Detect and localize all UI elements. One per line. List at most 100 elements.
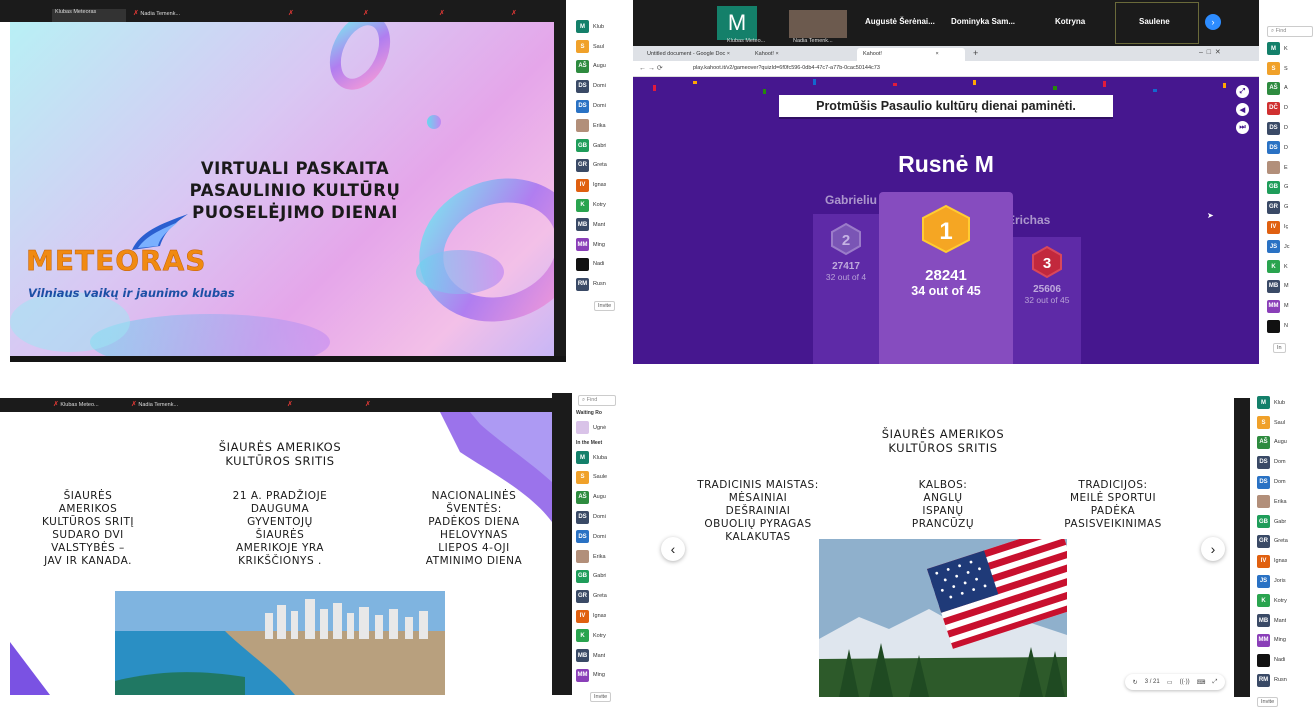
participant-row[interactable]: S Saul: [572, 37, 620, 57]
captions-icon[interactable]: ▭: [1167, 679, 1173, 686]
participant-row[interactable]: DS Domi: [572, 96, 620, 116]
participant-row[interactable]: DS Domi: [572, 507, 620, 527]
replay-icon[interactable]: ↻: [1133, 679, 1138, 686]
browser-tab[interactable]: Kahoot! ×: [749, 48, 785, 61]
participant-row[interactable]: DS D: [1263, 138, 1316, 158]
participant-name: Saul: [1274, 419, 1286, 426]
video-tile[interactable]: ✗: [436, 9, 445, 22]
slide-frame: [554, 22, 566, 356]
participant-row[interactable]: Nadi: [1253, 650, 1316, 670]
fullscreen-icon[interactable]: ⤢: [1236, 85, 1249, 98]
participant-row[interactable]: MM Ming: [572, 666, 620, 686]
participant-row[interactable]: IV Iç: [1263, 217, 1316, 237]
participant-row[interactable]: SS: [1263, 59, 1316, 79]
participant-row[interactable]: E: [1263, 158, 1316, 178]
participant-row[interactable]: MB Mant: [1253, 611, 1316, 631]
participant-row[interactable]: DS Domi: [572, 527, 620, 547]
previous-slide-button[interactable]: ‹: [661, 537, 685, 561]
participant-row[interactable]: Ugnė: [572, 418, 620, 438]
video-tile-name[interactable]: Augustė Šerėnai...: [865, 17, 935, 26]
participant-row[interactable]: MM Ming: [572, 235, 620, 255]
participant-row[interactable]: GB Gabri: [572, 136, 620, 156]
participant-row[interactable]: AŠ Augu: [572, 487, 620, 507]
participant-row[interactable]: K Kotry: [1253, 591, 1316, 611]
invite-button[interactable]: Invite: [594, 301, 616, 312]
video-tile[interactable]: ✗: [508, 9, 517, 22]
next-slide-button[interactable]: ›: [1201, 537, 1225, 561]
participant-row[interactable]: AŠ Augu: [1253, 433, 1316, 453]
participant-row[interactable]: Erika: [572, 116, 620, 136]
participant-row[interactable]: M Klub: [1253, 393, 1316, 413]
participant-row[interactable]: IV Ignas: [1253, 551, 1316, 571]
participant-row[interactable]: GB Gabri: [572, 567, 620, 587]
participant-row[interactable]: Nadi: [572, 255, 620, 275]
next-page-icon[interactable]: ›: [1205, 14, 1221, 30]
fullscreen-icon[interactable]: ⤢: [1213, 679, 1218, 686]
video-tile-name[interactable]: Saulene: [1139, 17, 1170, 26]
participant-row[interactable]: GB Gabr: [1253, 512, 1316, 532]
column-line: ISPANŲ: [922, 505, 964, 517]
participant-row[interactable]: S Saule: [572, 468, 620, 488]
video-tile-name[interactable]: Dominyka Sam...: [951, 17, 1015, 26]
participant-row[interactable]: KK: [1263, 257, 1316, 277]
back-icon[interactable]: ◀: [1236, 103, 1249, 116]
participant-row[interactable]: DČ D: [1263, 98, 1316, 118]
participant-row[interactable]: K Kotry: [572, 195, 620, 215]
participant-tile-avatar[interactable]: M: [717, 6, 757, 40]
participant-row[interactable]: GR Greta: [572, 586, 620, 606]
participant-row[interactable]: RM Rusn: [572, 274, 620, 294]
avatar: DS: [1267, 141, 1280, 155]
participant-row[interactable]: N: [1263, 316, 1316, 336]
participant-row[interactable]: MM M: [1263, 296, 1316, 316]
participant-row[interactable]: JS Jc: [1263, 237, 1316, 257]
invite-button[interactable]: Invite: [590, 692, 612, 703]
participant-row[interactable]: MB M: [1263, 277, 1316, 297]
participant-row[interactable]: GB G: [1263, 178, 1316, 198]
browser-nav-icons[interactable]: ← → ⟳: [639, 64, 663, 72]
participant-row[interactable]: M Klub: [572, 17, 620, 37]
participant-row[interactable]: IV Ignas: [572, 606, 620, 626]
invite-button[interactable]: Invite: [1257, 696, 1279, 707]
participant-row[interactable]: GR Greta: [572, 156, 620, 176]
broadcast-icon[interactable]: ((·)): [1180, 679, 1190, 685]
invite-button[interactable]: In: [1273, 342, 1286, 353]
participant-row[interactable]: S Saul: [1253, 413, 1316, 433]
participant-row[interactable]: IV Ignas: [572, 175, 620, 195]
participant-row[interactable]: MB Mant: [572, 215, 620, 235]
video-tile[interactable]: ✗ Nadia Temenk...: [130, 9, 186, 22]
participant-row[interactable]: DS Dom: [1253, 452, 1316, 472]
video-tile[interactable]: ✗: [285, 9, 294, 22]
participant-row[interactable]: AŠ Augu: [572, 57, 620, 77]
participant-row[interactable]: MM Ming: [1253, 631, 1316, 651]
video-tile-name: Nadia Temenk...: [138, 402, 179, 408]
video-tile-name[interactable]: Kotryna: [1055, 17, 1085, 26]
browser-address-bar[interactable]: ← → ⟳ play.kahoot.it/v2/gameover?quizId=…: [633, 61, 1259, 77]
browser-tab-active[interactable]: Kahoot! ×: [857, 48, 965, 61]
new-tab-icon[interactable]: +: [973, 48, 978, 58]
participant-row[interactable]: DS Dom: [1253, 472, 1316, 492]
participant-row[interactable]: Erika: [572, 547, 620, 567]
participants-list: M K S S AŠ A DČ D DS D DS D E GB G GR G IV Iç JS Jc K K MB M MM M N: [1259, 39, 1316, 336]
participant-row[interactable]: GR Greta: [1253, 532, 1316, 552]
browser-tab[interactable]: Untitled document - Google Doc ×: [641, 48, 736, 61]
participant-row[interactable]: DS D: [1263, 118, 1316, 138]
participant-row[interactable]: DS Domi: [572, 76, 620, 96]
participant-row[interactable]: AŠ A: [1263, 79, 1316, 99]
participant-row[interactable]: M Kluba: [572, 448, 620, 468]
participant-row[interactable]: Erika: [1253, 492, 1316, 512]
participant-video[interactable]: [789, 10, 847, 38]
participant-row[interactable]: RM Rusn: [1253, 670, 1316, 690]
window-controls[interactable]: – □ ✕: [1199, 48, 1221, 56]
participant-row[interactable]: GR G: [1263, 197, 1316, 217]
participant-row[interactable]: K Kotry: [572, 626, 620, 646]
keyboard-icon[interactable]: ⌨: [1197, 679, 1206, 686]
url-text[interactable]: play.kahoot.it/v2/gameover?quizId=6f0fc5…: [693, 65, 880, 71]
participants-search[interactable]: ⌕ Find: [578, 395, 616, 406]
participant-row[interactable]: MK: [1263, 39, 1316, 59]
video-tile[interactable]: Klubas Meteoras: [52, 9, 126, 22]
skip-icon[interactable]: ⏭: [1236, 121, 1249, 134]
participant-row[interactable]: JS Joris: [1253, 571, 1316, 591]
participant-row[interactable]: MB Mant: [572, 646, 620, 666]
video-tile[interactable]: ✗: [360, 9, 369, 22]
participants-search[interactable]: ⌕ Find: [1267, 26, 1313, 37]
